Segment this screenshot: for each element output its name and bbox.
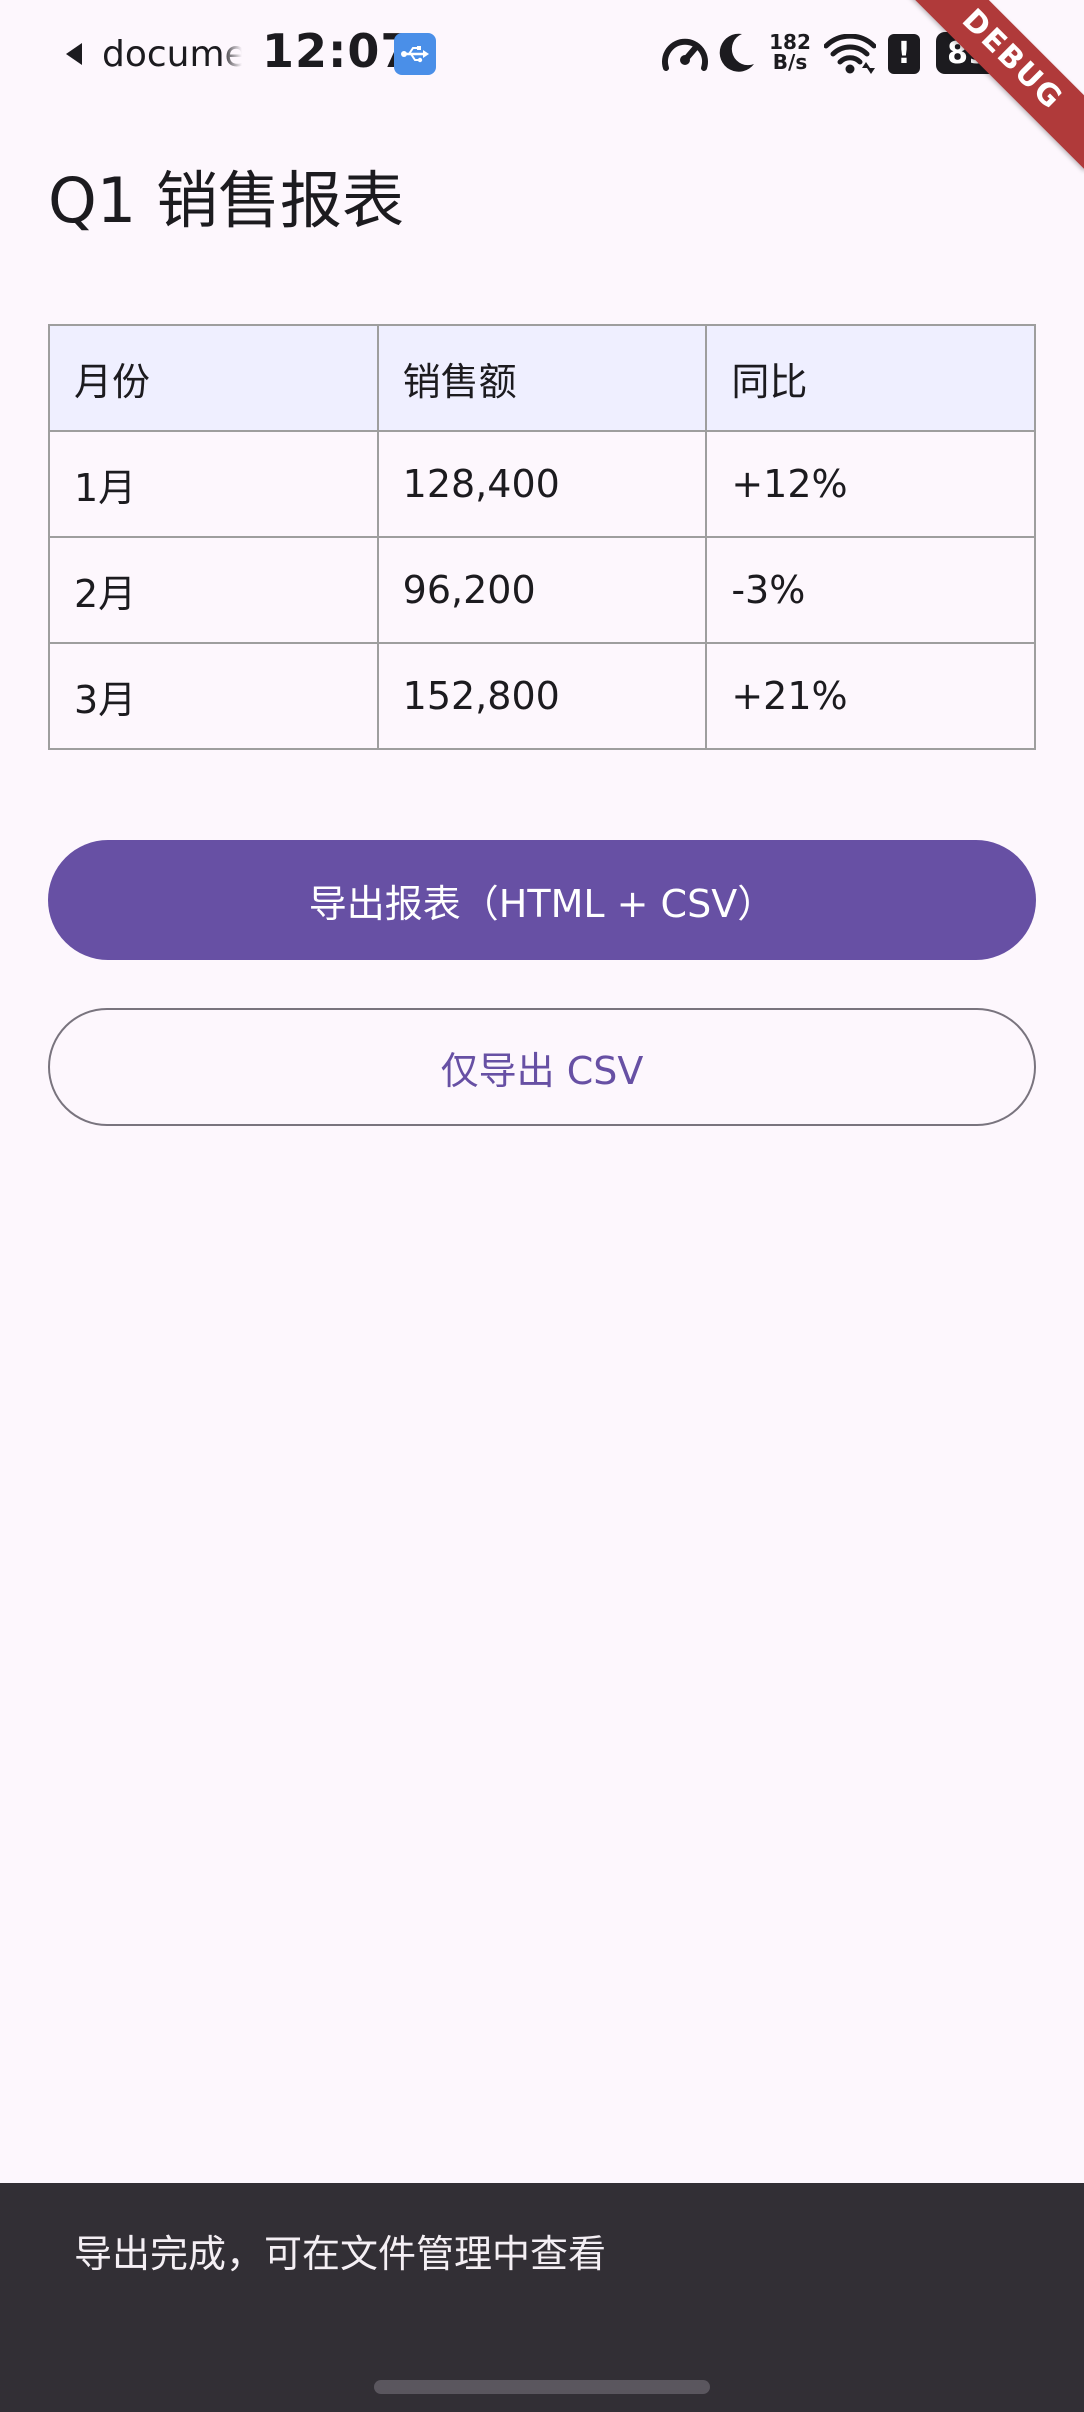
status-time: 12:07 [262, 24, 414, 78]
status-bar: documents 12:07 182 B/s [0, 0, 1084, 110]
back-to-app-button[interactable]: documents [66, 28, 242, 80]
cell-month: 3月 [48, 642, 379, 750]
export-csv-label: 仅导出 CSV [440, 1048, 644, 1093]
net-speed-unit: B/s [772, 50, 808, 74]
header-yoy: 同比 [705, 324, 1036, 432]
alert-icon: ! [888, 34, 920, 74]
cell-sales: 128,400 [376, 430, 708, 538]
home-indicator[interactable] [374, 2380, 710, 2394]
sales-table: 月份 销售额 同比 1月 128,400 +12% 2月 96,200 -3% … [48, 324, 1036, 750]
cell-month: 1月 [48, 430, 379, 538]
snackbar-message: 导出完成，可在文件管理中查看 [74, 2232, 607, 2276]
cell-yoy: +12% [705, 430, 1036, 538]
back-arrow-icon [66, 43, 82, 65]
cell-sales: 96,200 [376, 536, 708, 644]
speedometer-icon [662, 38, 708, 71]
export-report-button[interactable]: 导出报表（HTML + CSV） [48, 840, 1036, 960]
table-row: 1月 128,400 +12% [48, 430, 1036, 538]
net-speed-value: 182 [769, 30, 811, 54]
wifi-icon [824, 34, 876, 74]
net-speed: 182 B/s [766, 32, 814, 72]
cell-yoy: -3% [705, 536, 1036, 644]
cell-month: 2月 [48, 536, 379, 644]
cell-yoy: +21% [705, 642, 1036, 750]
usb-icon [394, 33, 436, 75]
table-header-row: 月份 销售额 同比 [48, 324, 1036, 432]
snackbar: 导出完成，可在文件管理中查看 [0, 2183, 1084, 2412]
screen: documents 12:07 182 B/s [0, 0, 1084, 2412]
export-csv-button[interactable]: 仅导出 CSV [48, 1008, 1036, 1126]
table-row: 3月 152,800 +21% [48, 642, 1036, 750]
back-app-label: documents [102, 33, 242, 75]
export-report-label: 导出报表（HTML + CSV） [308, 881, 776, 926]
header-sales: 销售额 [376, 324, 708, 432]
table-row: 2月 96,200 -3% [48, 536, 1036, 644]
cell-sales: 152,800 [376, 642, 708, 750]
header-month: 月份 [48, 324, 379, 432]
moon-icon [719, 33, 754, 72]
page-title: Q1 销售报表 [48, 164, 404, 237]
